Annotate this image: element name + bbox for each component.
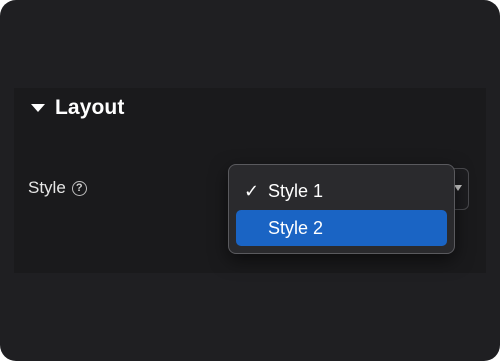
section-title: Layout [55,96,125,119]
checkmark-icon: ✓ [244,180,260,202]
help-icon[interactable]: ? [71,180,87,196]
layout-section-toggle[interactable]: Layout [14,96,124,120]
caret-down-icon [31,104,45,112]
chevron-down-icon [454,185,462,191]
style-dropdown-menu: ✓ Style 1 Style 2 [228,164,455,254]
style-field-row: Style ? [28,178,87,198]
option-label: Style 2 [268,217,324,238]
settings-window: Layout Style ? ✓ Style 1 Style 2 [0,0,500,361]
option-label: Style 1 [268,180,324,201]
style-label: Style [28,178,66,197]
option-style-2[interactable]: Style 2 [236,210,447,246]
option-style-1[interactable]: ✓ Style 1 [236,173,447,209]
